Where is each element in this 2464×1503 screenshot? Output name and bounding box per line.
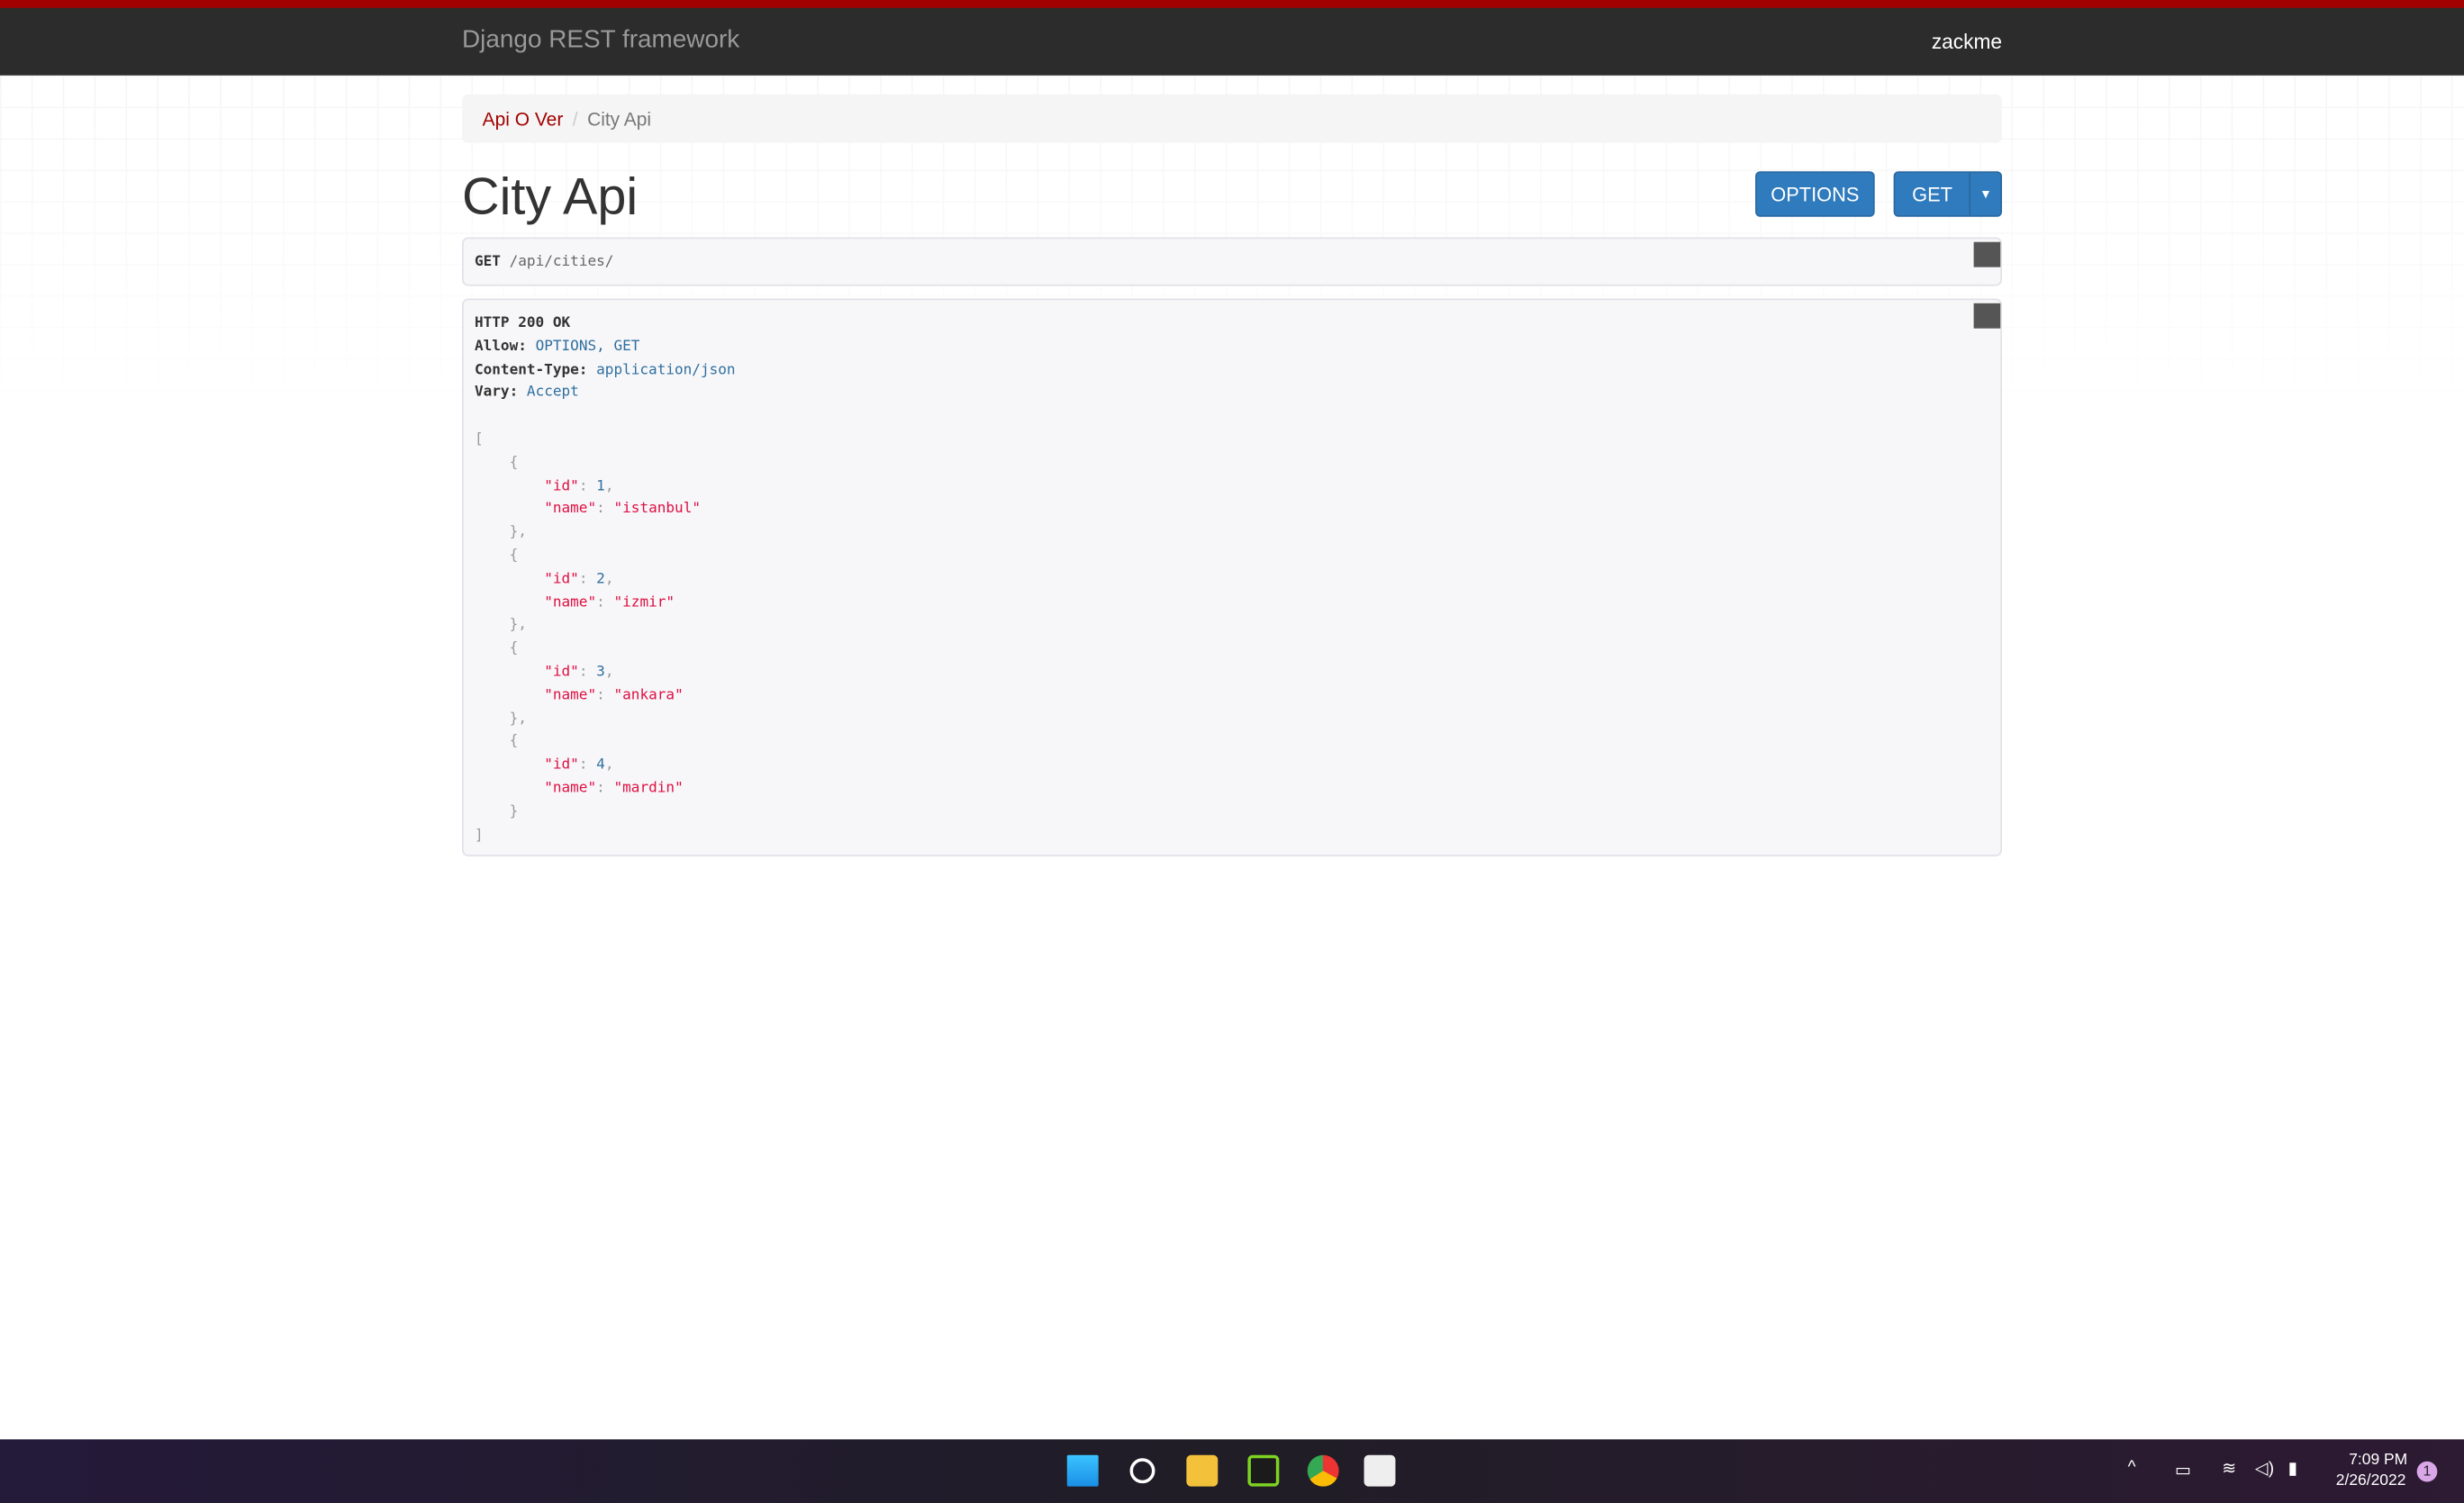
prettify-icon[interactable] (1973, 241, 2001, 267)
options-button[interactable]: OPTIONS (1755, 171, 1875, 217)
clock-time[interactable]: 7:09 PM (2349, 1452, 2407, 1469)
city-name-value: izmir (622, 593, 666, 611)
json-key: "name" (544, 593, 597, 611)
notification-badge[interactable]: 1 (2416, 1461, 2438, 1482)
pycharm-icon[interactable] (1247, 1454, 1280, 1487)
city-id: 1 (596, 476, 605, 494)
json-brace: { (509, 732, 519, 750)
city-name: "ankara" (613, 686, 684, 704)
header-value: application/json (596, 360, 736, 378)
volume-icon[interactable]: ◁) (2255, 1458, 2274, 1479)
navbar: Django REST framework zackme (0, 0, 2464, 76)
windows-start-icon[interactable] (1066, 1454, 1099, 1487)
json-brace: }, (509, 709, 527, 728)
json-colon: : (578, 476, 597, 494)
breadcrumb-separator: / (572, 108, 578, 131)
header-key: Vary: (474, 384, 519, 402)
json-brace: }, (509, 523, 527, 541)
chrome-icon[interactable] (1307, 1454, 1339, 1487)
json-comma: , (604, 569, 614, 588)
browser-page: Django REST framework zackme Api O Ver / C… (0, 0, 2464, 1503)
json-comma: , (604, 756, 614, 774)
header-value: OPTIONS, GET (535, 337, 640, 355)
search-icon[interactable] (1129, 1458, 1155, 1484)
json-colon: : (596, 686, 614, 704)
json-colon: : (578, 756, 597, 774)
json-key: "name" (544, 500, 597, 518)
header-value: Accept (526, 384, 579, 402)
json-key: "id" (544, 756, 579, 774)
battery-icon[interactable]: ▮ (2288, 1458, 2298, 1479)
city-id: 2 (596, 569, 605, 588)
json-key: "name" (544, 779, 597, 797)
header-key: Content-Type: (474, 360, 588, 378)
city-name: "izmir" (613, 593, 675, 611)
city-name: "istanbul" (613, 500, 702, 518)
json-colon: : (578, 569, 597, 588)
json-colon: : (596, 500, 614, 518)
chevron-up-icon[interactable]: ^ (2128, 1458, 2136, 1477)
breadcrumb-api-o-ver[interactable]: Api O Ver (483, 108, 564, 130)
json-key: "name" (544, 686, 597, 704)
city-id: 4 (596, 756, 605, 774)
json-brace: } (509, 802, 519, 820)
json-comma: , (604, 476, 614, 494)
clock-date[interactable]: 2/26/2022 (2336, 1472, 2406, 1489)
get-label[interactable]: GET (1895, 183, 1970, 204)
user-menu[interactable]: zackme (1932, 30, 2002, 53)
json-colon: : (596, 779, 614, 797)
json-bracket: ] (474, 825, 484, 844)
get-button[interactable]: GET ▼ (1893, 171, 2003, 217)
display-icon[interactable]: ▭ (2175, 1460, 2191, 1480)
json-colon: : (578, 663, 597, 681)
brand-link[interactable]: Django REST framework (462, 27, 739, 55)
response-info: HTTP 200 OK Allow: OPTIONS, GET Content-… (462, 298, 2003, 856)
city-name: "mardin" (613, 779, 684, 797)
request-path: /api/cities/ (509, 252, 614, 271)
city-name-value: mardin (622, 779, 675, 797)
file-explorer-icon[interactable] (1186, 1454, 1218, 1487)
json-key: "id" (544, 569, 579, 588)
json-key: "id" (544, 663, 579, 681)
json-brace: { (509, 547, 519, 565)
json-colon: : (596, 593, 614, 611)
city-name-value: istanbul (622, 500, 693, 518)
response-status: HTTP 200 OK (474, 313, 571, 332)
taskbar: ^ ▭ ≋ ◁) ▮ 7:09 PM 2/26/2022 1 (0, 1439, 2464, 1503)
prettify-icon[interactable] (1973, 303, 2001, 329)
wifi-icon[interactable]: ≋ (2222, 1458, 2236, 1479)
page-title: City Api (462, 166, 639, 225)
breadcrumb: Api O Ver / City Api (462, 94, 2003, 143)
snipping-tool-icon[interactable] (1363, 1454, 1396, 1487)
json-brace: { (509, 453, 519, 472)
request-info: GET /api/cities/ (462, 237, 2003, 286)
request-method: GET (474, 252, 501, 271)
json-bracket: [ (474, 430, 484, 448)
json-key: "id" (544, 476, 579, 494)
breadcrumb-current: City Api (587, 108, 652, 131)
city-id: 3 (596, 663, 605, 681)
json-comma: , (604, 663, 614, 681)
json-brace: { (509, 639, 519, 657)
chevron-down-icon[interactable]: ▼ (1969, 172, 2000, 216)
city-name-value: ankara (622, 686, 675, 704)
json-brace: }, (509, 616, 527, 634)
header-key: Allow: (474, 337, 527, 355)
